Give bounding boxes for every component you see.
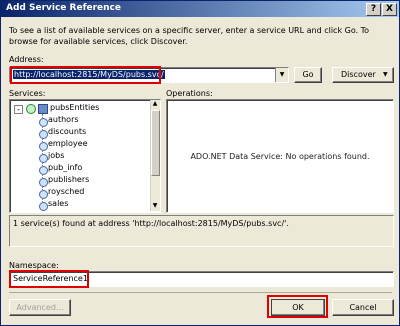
tree-item-employee[interactable]: employee [48,138,88,150]
tree-item-roysched[interactable]: roysched [48,186,84,198]
add-service-reference-dialog: Add Service Reference ? X To see a list … [0,0,400,326]
address-dropdown-arrow-icon[interactable]: ▼ [275,68,288,82]
services-tree[interactable]: - pubsEntities authors discounts employe… [9,99,161,213]
operations-empty-message: ADO.NET Data Service: No operations foun… [190,152,370,161]
services-scrollbar[interactable]: ▲ ▼ [150,100,160,211]
dialog-title: Add Service Reference [6,3,121,13]
tree-item-authors[interactable]: authors [48,114,79,126]
tree-item-pub-info[interactable]: pub_info [48,162,82,174]
tree-root-pubsentities[interactable]: pubsEntities [50,102,99,114]
cancel-button[interactable]: Cancel [332,299,394,316]
tree-item-publishers[interactable]: publishers [48,174,89,186]
collapse-icon[interactable]: - [14,105,23,114]
status-text: 1 service(s) found at address 'http://lo… [13,219,289,228]
ok-highlight-box [267,295,328,318]
services-label: Services: [9,89,46,98]
tree-item-jobs[interactable]: jobs [48,150,64,162]
scroll-thumb[interactable] [151,110,160,176]
discover-label: Discover [341,70,376,79]
entity-set-icon [39,154,48,163]
status-area: 1 service(s) found at address 'http://lo… [9,215,394,247]
title-bar: Add Service Reference ? X [1,1,399,17]
close-button[interactable]: X [382,3,397,16]
address-label: Address: [9,55,44,64]
tree-item-discounts[interactable]: discounts [48,126,86,138]
divider [9,292,392,293]
address-highlight-box [10,66,161,84]
service-root-icon [26,104,36,114]
discover-button[interactable]: Discover ▼ [332,67,394,83]
operations-panel: ADO.NET Data Service: No operations foun… [166,99,394,213]
help-button[interactable]: ? [366,3,381,16]
go-button[interactable]: Go [294,67,322,83]
entity-set-icon [39,142,48,151]
entity-set-icon [39,166,48,175]
advanced-button[interactable]: Advanced... [9,299,71,316]
instructions-text: To see a list of available services on a… [9,26,370,46]
discover-dropdown-arrow-icon[interactable]: ▼ [383,68,388,82]
entity-set-icon [39,118,48,127]
operations-label: Operations: [166,89,213,98]
entity-set-icon [39,190,48,199]
entity-set-icon [39,178,48,187]
scroll-up-arrow-icon[interactable]: ▲ [151,100,159,108]
scroll-down-arrow-icon[interactable]: ▼ [151,202,159,210]
entity-set-icon [39,130,48,139]
tree-item-sales[interactable]: sales [48,198,68,210]
entity-container-icon [38,104,48,114]
entity-set-icon [39,202,48,211]
namespace-highlight-box [9,270,89,288]
namespace-label: Namespace: [9,261,59,270]
